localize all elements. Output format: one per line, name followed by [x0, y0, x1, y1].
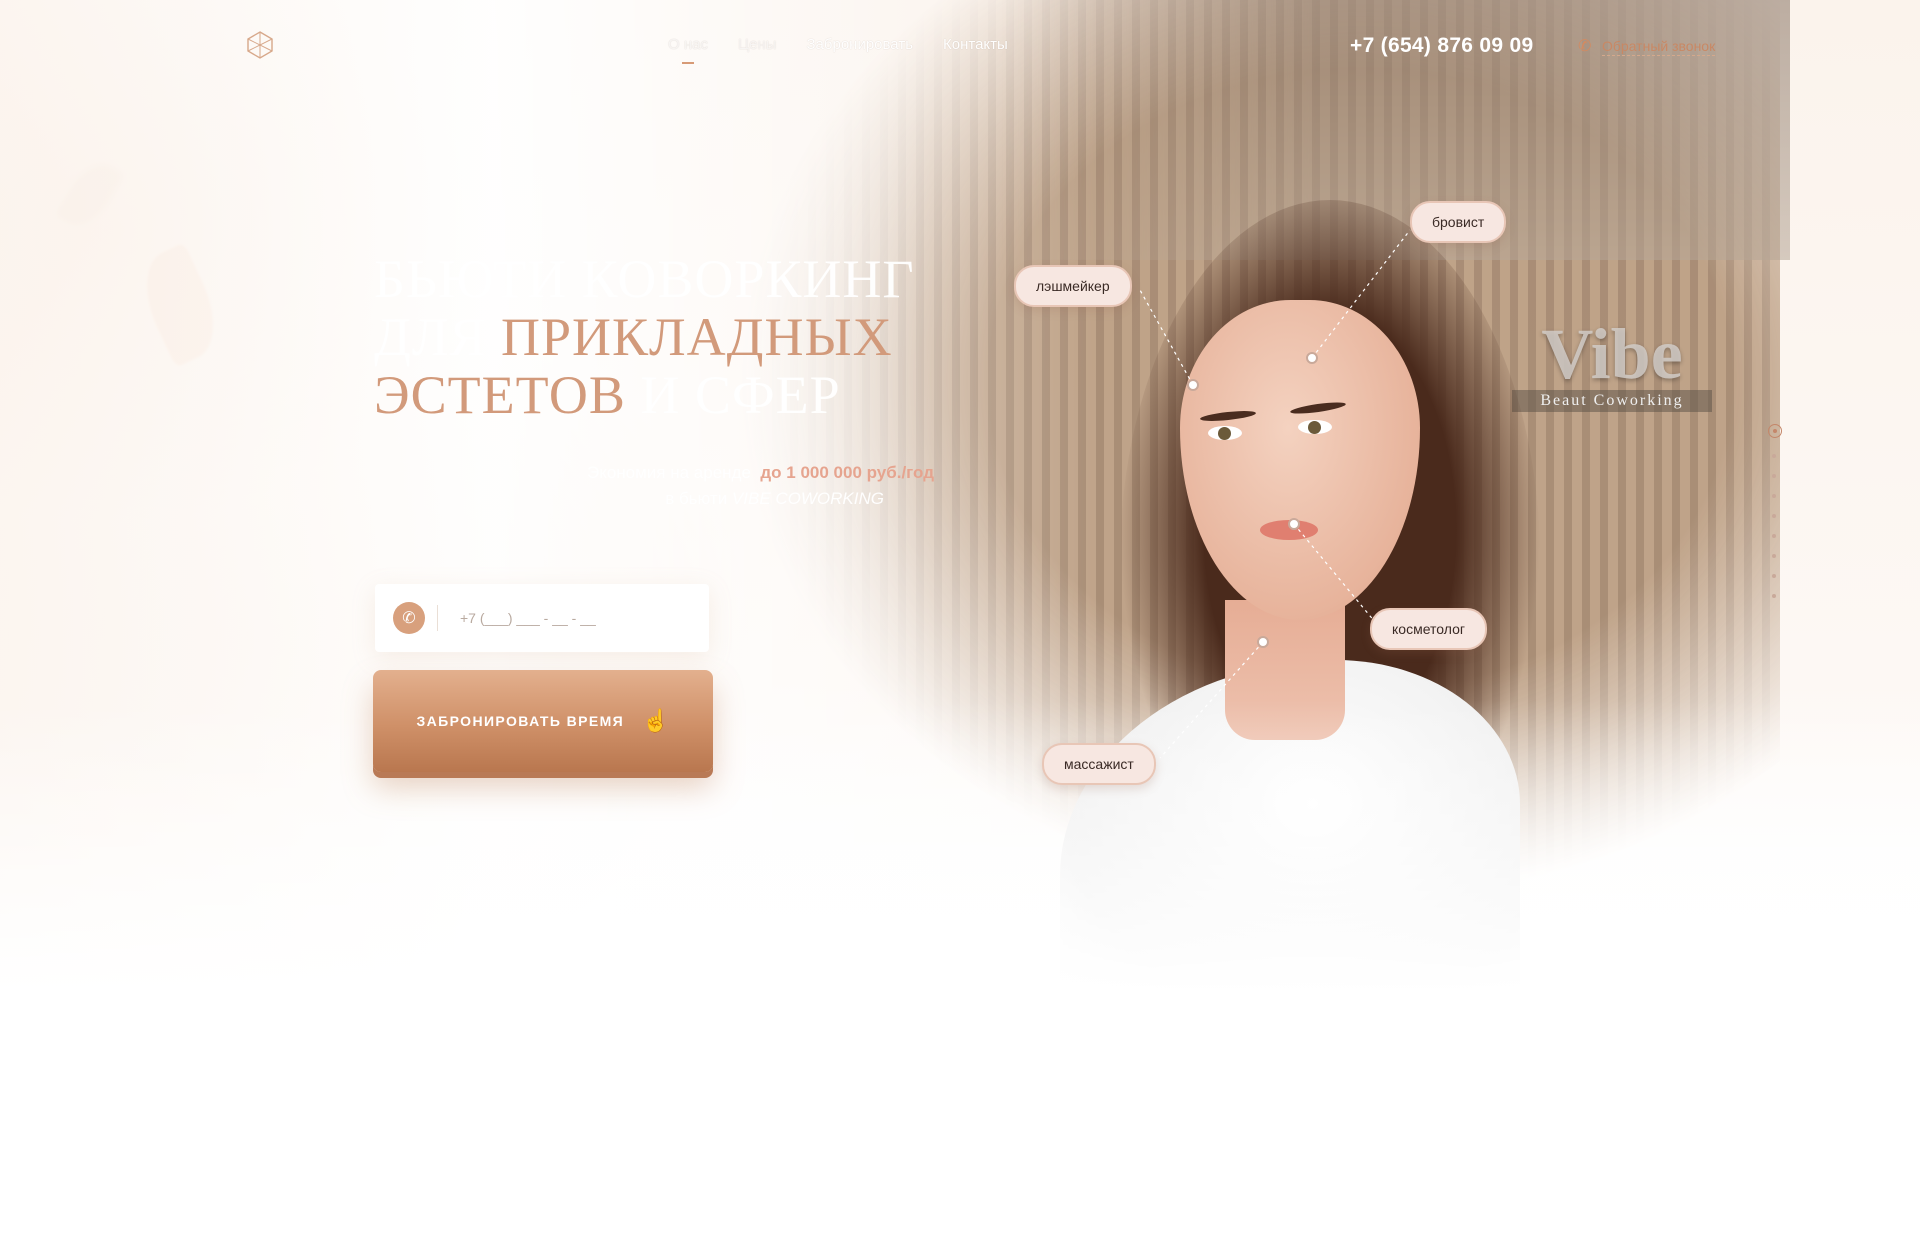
title-line-3b: И СФЕР — [625, 365, 841, 425]
title-line-1: БЬЮТИ КОВОРКИНГ — [374, 249, 915, 309]
anchor-dot — [1288, 518, 1300, 530]
eyebrow — [1289, 400, 1347, 416]
phone-icon: ✆ — [1578, 38, 1592, 55]
tag-cosmetologist[interactable]: косметолог — [1370, 608, 1487, 650]
tag-lashmaker[interactable]: лэшмейкер — [1014, 265, 1132, 307]
hero-title: БЬЮТИ КОВОРКИНГ ДЛЯ ПРИКЛАДНЫХ ЭСТЕТОВ И… — [374, 250, 915, 424]
hexagon-logo-icon[interactable] — [245, 30, 275, 60]
subtitle-brand: VIBE COWORKING — [731, 489, 884, 508]
book-time-button[interactable]: ЗАБРОНИРОВАТЬ ВРЕМЯ ☝ — [373, 670, 713, 772]
tag-masseur[interactable]: массажист — [1042, 743, 1156, 785]
pointing-hand-icon: ☝ — [642, 708, 670, 733]
phone-icon: ✆ — [393, 602, 425, 634]
pager-dot[interactable] — [1772, 554, 1776, 558]
hero-background: Vibe Beaut Coworking — [0, 0, 1920, 1233]
pager-dot-active[interactable] — [1768, 424, 1782, 438]
pager-dot[interactable] — [1772, 594, 1776, 598]
eye — [1298, 420, 1332, 434]
header-phone[interactable]: +7 (654) 876 09 09 — [1350, 34, 1533, 58]
nav-book[interactable]: Забронировать — [806, 36, 913, 53]
pager-dot[interactable] — [1772, 574, 1776, 578]
title-line-2b: ПРИКЛАДНЫХ — [500, 307, 893, 367]
tag-browist[interactable]: бровист — [1410, 201, 1507, 243]
phone-field[interactable]: ✆ — [375, 584, 709, 652]
bottom-fade-overlay — [0, 700, 1920, 1233]
eyebrow — [1199, 409, 1257, 423]
cta-label: ЗАБРОНИРОВАТЬ ВРЕМЯ — [416, 713, 625, 729]
pager-dot[interactable] — [1772, 454, 1776, 458]
section-pager — [1768, 424, 1782, 598]
main-nav: О нас Цены Забронировать Контакты — [668, 36, 1008, 64]
title-line-2a: ДЛЯ — [374, 307, 501, 367]
callback-link[interactable]: ✆ Обратный звонок — [1578, 38, 1716, 56]
eye — [1208, 426, 1242, 440]
pager-dot[interactable] — [1772, 534, 1776, 538]
nav-about[interactable]: О нас — [668, 36, 708, 64]
pager-dot[interactable] — [1772, 494, 1776, 498]
nav-contacts[interactable]: Контакты — [943, 36, 1008, 53]
hero-subtitle: Экономия на аренде до 1 000 000 руб./год… — [374, 460, 934, 512]
callback-label: Обратный звонок — [1602, 38, 1716, 56]
pager-dot[interactable] — [1772, 514, 1776, 518]
subtitle-prefix: Экономия на аренде — [586, 463, 751, 482]
subtitle-accent: до 1 000 000 руб./год — [760, 463, 934, 482]
subtitle-line2-prefix: в бьюти — [665, 489, 732, 508]
divider — [437, 605, 438, 631]
title-line-3a: ЭСТЕТОВ — [374, 365, 626, 425]
anchor-dot — [1306, 352, 1318, 364]
phone-input[interactable] — [458, 609, 662, 627]
anchor-dot — [1257, 636, 1269, 648]
anchor-dot — [1187, 379, 1199, 391]
pager-dot[interactable] — [1772, 474, 1776, 478]
nav-prices[interactable]: Цены — [738, 36, 777, 53]
